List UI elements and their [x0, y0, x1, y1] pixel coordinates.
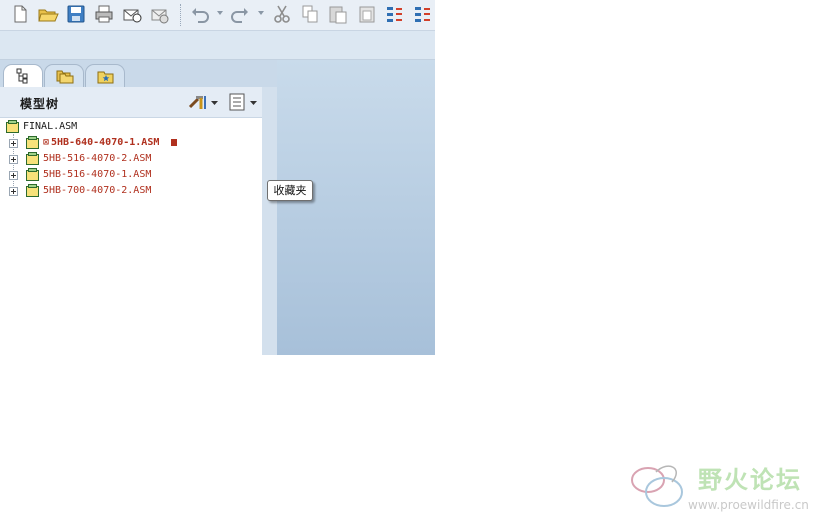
model-tree-title: 模型树 [20, 97, 60, 111]
assembly-icon [6, 120, 19, 133]
list-settings-icon [229, 93, 245, 111]
folders-icon [56, 68, 74, 88]
expand-icon[interactable] [9, 139, 18, 148]
toolbar-separator [180, 4, 182, 26]
print-icon[interactable] [93, 3, 115, 25]
tree-item[interactable]: ⊠ 5HB-640-4070-1.ASM [0, 135, 200, 151]
tree-item-label: 5HB-516-4070-1.ASM [43, 169, 152, 180]
watermark-url: www.proewildfire.cn [688, 498, 809, 512]
tree-show-button[interactable] [228, 92, 262, 112]
tree-item-label: 5HB-516-4070-2.ASM [43, 153, 152, 164]
expand-icon[interactable] [9, 171, 18, 180]
redo-dropdown-icon[interactable] [258, 11, 264, 15]
application-window: 模型树 FINAL.ASM ⊠ 5HB-640-4070-1.ASM 5HB-5… [0, 0, 435, 355]
tab-folder-browser[interactable] [44, 64, 84, 87]
tree-item-label: 5HB-700-4070-2.ASM [43, 185, 152, 196]
paste-special-icon[interactable] [356, 3, 378, 25]
tab-favorites[interactable] [85, 64, 125, 87]
tree-item[interactable]: 5HB-700-4070-2.ASM [0, 183, 200, 199]
favorites-tooltip: 收藏夹 [267, 180, 313, 201]
regenerate-manager-icon[interactable] [412, 3, 434, 25]
tree-item[interactable]: 5HB-516-4070-1.ASM [0, 167, 200, 183]
tree-root[interactable]: FINAL.ASM [0, 119, 200, 135]
mail-icon[interactable] [121, 3, 143, 25]
tree-item-label: 5HB-640-4070-1.ASM [51, 137, 160, 148]
expand-icon[interactable] [9, 187, 18, 196]
assembly-icon [26, 136, 39, 149]
star-folder-icon [97, 68, 115, 88]
tree-structure-icon [15, 68, 31, 88]
secondary-toolbar [0, 31, 435, 60]
watermark-title: 野火论坛 [698, 466, 802, 494]
assembly-icon [26, 168, 39, 181]
cut-icon[interactable] [271, 3, 293, 25]
model-tree-panel: 模型树 FINAL.ASM ⊠ 5HB-640-4070-1.ASM 5HB-5… [0, 87, 263, 355]
undo-icon[interactable] [189, 3, 211, 25]
tab-model-tree[interactable] [3, 64, 43, 88]
butterfly-logo-icon [631, 465, 683, 507]
regenerate-icon[interactable] [384, 3, 406, 25]
save-icon[interactable] [65, 3, 87, 25]
redo-icon[interactable] [229, 3, 251, 25]
tree-item[interactable]: 5HB-516-4070-2.ASM [0, 151, 200, 167]
graphics-area[interactable] [277, 60, 435, 355]
model-tree: FINAL.ASM ⊠ 5HB-640-4070-1.ASM 5HB-516-4… [0, 118, 262, 355]
tree-root-label: FINAL.ASM [23, 121, 78, 132]
copy-icon[interactable] [299, 3, 321, 25]
paste-icon[interactable] [327, 3, 349, 25]
tree-item-marker: ⊠ [43, 137, 50, 148]
undo-dropdown-icon[interactable] [217, 11, 223, 15]
mail-attach-icon[interactable] [149, 3, 171, 25]
active-marker-icon [171, 139, 177, 146]
new-file-icon[interactable] [9, 3, 31, 25]
tools-icon [188, 96, 206, 109]
navigator-pane: 模型树 FINAL.ASM ⊠ 5HB-640-4070-1.ASM 5HB-5… [0, 60, 277, 355]
assembly-icon [26, 184, 39, 197]
pane-splitter[interactable] [262, 87, 277, 355]
navigator-tabs [0, 60, 277, 88]
model-tree-header: 模型树 [0, 87, 262, 118]
expand-icon[interactable] [9, 155, 18, 164]
open-folder-icon[interactable] [37, 3, 59, 25]
assembly-icon [26, 152, 39, 165]
main-toolbar [0, 0, 435, 31]
watermark-logo: 野火论坛 www.proewildfire.cn [628, 458, 838, 518]
tree-settings-button[interactable] [187, 92, 221, 112]
